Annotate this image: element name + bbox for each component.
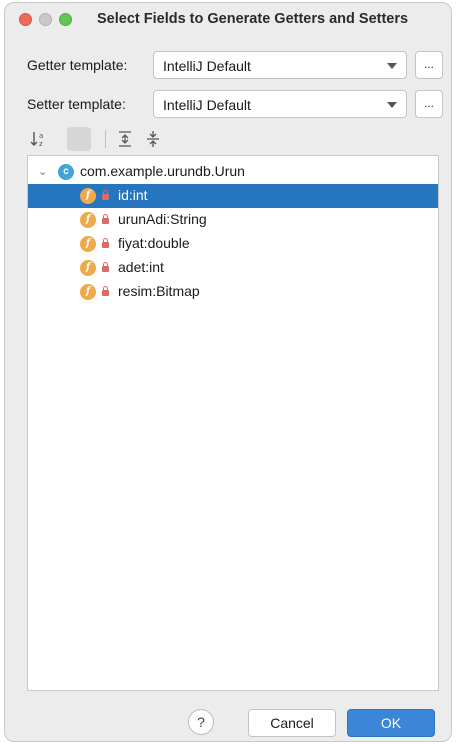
getter-template-dropdown[interactable]: IntelliJ Default [153, 51, 407, 79]
getter-template-value: IntelliJ Default [163, 58, 251, 74]
svg-text:z: z [39, 140, 43, 148]
tree-field-row[interactable]: f resim:Bitmap [28, 280, 438, 304]
chevron-down-icon[interactable]: ⌄ [38, 165, 47, 178]
field-icon: f [80, 212, 96, 228]
getter-template-label: Getter template: [27, 57, 128, 73]
field-icon: f [80, 188, 96, 204]
tree-field-row[interactable]: f fiyat:double [28, 232, 438, 256]
field-label: id:int [118, 187, 148, 203]
field-icon: f [80, 236, 96, 252]
maximize-window-button[interactable] [59, 13, 72, 26]
tree-field-row[interactable]: f id:int [28, 184, 438, 208]
setter-template-label: Setter template: [27, 96, 126, 112]
chevron-down-icon [387, 102, 397, 108]
field-label: fiyat:double [118, 235, 190, 251]
dialog-title: Select Fields to Generate Getters and Se… [97, 11, 409, 27]
field-label: resim:Bitmap [118, 283, 200, 299]
close-window-button[interactable] [19, 13, 32, 26]
tree-toolbar: a z [27, 125, 177, 153]
setter-template-dropdown[interactable]: IntelliJ Default [153, 90, 407, 118]
collapse-all-icon[interactable] [141, 127, 165, 151]
cancel-button[interactable]: Cancel [248, 709, 336, 737]
lock-icon [102, 262, 109, 273]
lock-icon [102, 238, 109, 249]
sort-alphabetically-icon[interactable]: a z [27, 127, 51, 151]
show-classes-icon[interactable] [67, 127, 91, 151]
lock-icon [102, 214, 109, 225]
minimize-window-button[interactable] [39, 13, 52, 26]
tree-class-row[interactable]: ⌄ c com.example.urundb.Urun [28, 160, 438, 184]
field-icon: f [80, 284, 96, 300]
class-icon: c [58, 164, 74, 180]
tree-field-row[interactable]: f adet:int [28, 256, 438, 280]
expand-all-icon[interactable] [113, 127, 137, 151]
getter-template-more-button[interactable]: ... [415, 51, 443, 79]
field-label: urunAdi:String [118, 211, 207, 227]
dialog-window: Select Fields to Generate Getters and Se… [4, 2, 452, 742]
toolbar-divider [105, 130, 106, 148]
field-label: adet:int [118, 259, 164, 275]
lock-icon [102, 286, 109, 297]
fields-tree[interactable]: ⌄ c com.example.urundb.Urun f id:int f u… [27, 155, 439, 691]
setter-template-value: IntelliJ Default [163, 97, 251, 113]
lock-icon [102, 190, 109, 201]
class-name: com.example.urundb.Urun [80, 163, 245, 179]
tree-field-row[interactable]: f urunAdi:String [28, 208, 438, 232]
svg-text:a: a [39, 132, 43, 140]
ok-button[interactable]: OK [347, 709, 435, 737]
field-icon: f [80, 260, 96, 276]
help-button[interactable]: ? [188, 709, 214, 735]
title-bar: Select Fields to Generate Getters and Se… [5, 3, 451, 35]
setter-template-more-button[interactable]: ... [415, 90, 443, 118]
chevron-down-icon [387, 63, 397, 69]
